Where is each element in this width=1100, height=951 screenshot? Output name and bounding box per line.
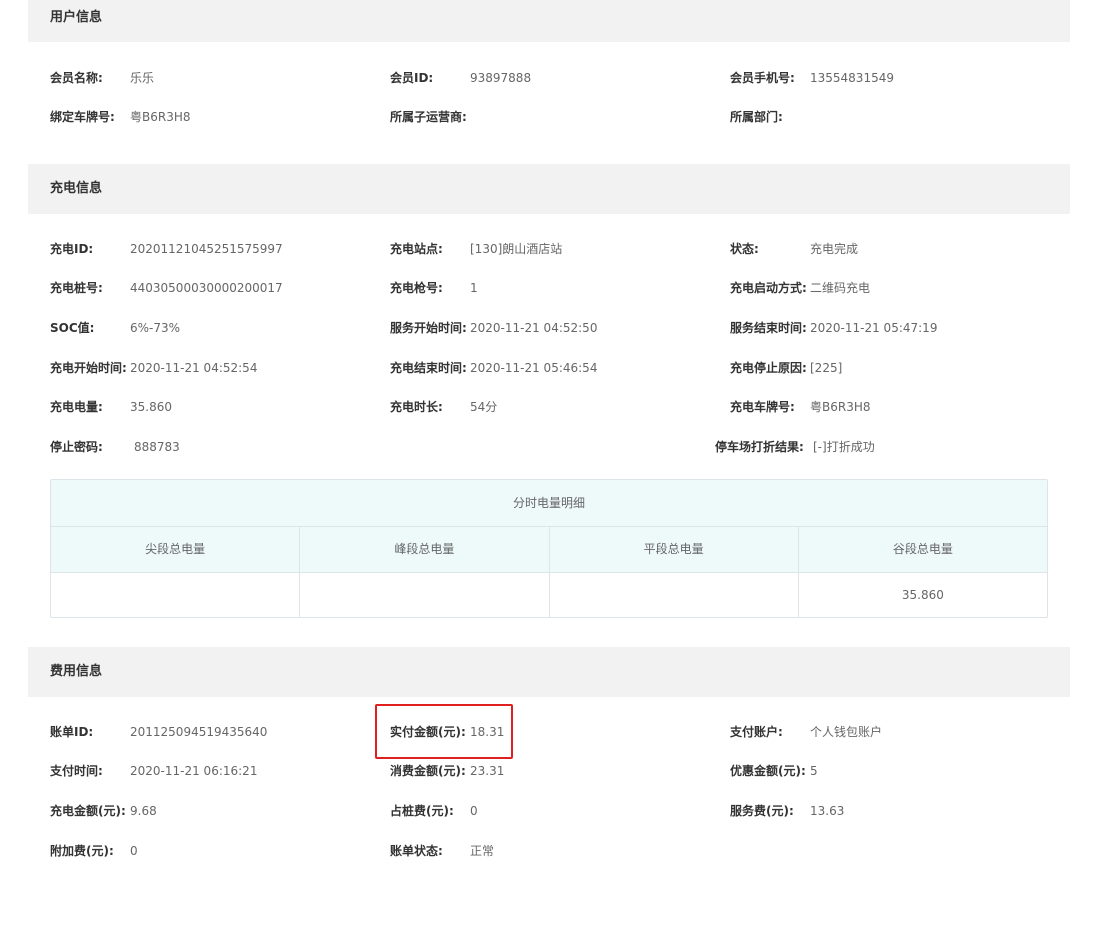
field-label: 充电结束时间: <box>390 361 467 375</box>
field-label: 服务开始时间: <box>390 321 467 335</box>
station-value: [130]朗山酒店站 <box>470 242 563 256</box>
soc-value: 6%-73% <box>130 321 181 335</box>
fee-info-header: 费用信息 <box>28 647 1070 697</box>
field-label: 账单ID: <box>50 725 94 739</box>
field-label: 充电车牌号: <box>730 400 795 414</box>
detail-header-cell: 谷段总电量 <box>892 542 953 556</box>
user-info-header: 用户信息 <box>28 0 1070 42</box>
detail-value-cell: 35.860 <box>901 588 944 602</box>
service-end-value: 2020-11-21 05:47:19 <box>810 321 938 335</box>
detail-header-cell: 尖段总电量 <box>51 527 301 572</box>
pile-no-value: 44030500030000200017 <box>130 281 283 295</box>
field-label: 充电启动方式: <box>730 281 807 295</box>
bill-status-value: 正常 <box>470 844 495 858</box>
field-label: 充电ID: <box>50 242 94 256</box>
field-label: 停止密码: <box>50 440 103 454</box>
time-energy-detail-table: 分时电量明细 尖段总电量 峰段总电量 平段总电量 谷段总电量 35.860 <box>50 479 1048 618</box>
detail-table-title: 分时电量明细 <box>51 480 1047 527</box>
field-label: 状态: <box>730 242 759 256</box>
field-label: 会员手机号: <box>730 71 795 85</box>
field-label: 会员ID: <box>390 71 434 85</box>
field-label: 停车场打折结果: <box>715 440 804 454</box>
field-label: 优惠金额(元): <box>730 764 806 778</box>
consume-amount-value: 23.31 <box>470 764 505 778</box>
service-start-value: 2020-11-21 04:52:50 <box>470 321 598 335</box>
field-label: 账单状态: <box>390 844 443 858</box>
field-label: 充电站点: <box>390 242 443 256</box>
detail-value-cell <box>550 573 799 618</box>
parking-discount-value: [-]打折成功 <box>813 440 875 454</box>
duration-value: 54分 <box>470 400 498 414</box>
detail-value-cell <box>51 573 301 618</box>
status-value: 充电完成 <box>810 242 859 256</box>
member-name-value: 乐乐 <box>130 71 155 85</box>
field-label: 占桩费(元): <box>390 804 454 818</box>
field-label: 充电停止原因: <box>730 361 807 375</box>
plate-value: 粤B6R3H8 <box>130 110 191 124</box>
detail-value-cell <box>300 573 550 618</box>
field-label: 充电金额(元): <box>50 804 126 818</box>
start-method-value: 二维码充电 <box>810 281 871 295</box>
field-label: 充电枪号: <box>390 281 443 295</box>
gun-no-value: 1 <box>470 281 478 295</box>
detail-value-row: 35.860 <box>51 573 1047 618</box>
charge-end-value: 2020-11-21 05:46:54 <box>470 361 598 375</box>
pay-time-value: 2020-11-21 06:16:21 <box>130 764 258 778</box>
field-label: 绑定车牌号: <box>50 110 115 124</box>
detail-header-cell: 峰段总电量 <box>300 527 550 572</box>
field-label: 支付时间: <box>50 764 103 778</box>
paid-amount-value: 18.31 <box>470 725 505 739</box>
detail-header-row: 尖段总电量 峰段总电量 平段总电量 谷段总电量 <box>51 527 1047 573</box>
charge-plate-value: 粤B6R3H8 <box>810 400 871 414</box>
occupy-fee-value: 0 <box>470 804 478 818</box>
extra-fee-value: 0 <box>130 844 138 858</box>
stop-password-value: 888783 <box>134 440 180 454</box>
field-label: 充电桩号: <box>50 281 103 295</box>
field-label: 服务费(元): <box>730 804 794 818</box>
charge-id-value: 20201121045251575997 <box>130 242 283 256</box>
stop-reason-value: [225] <box>810 361 843 375</box>
field-label: 充电电量: <box>50 400 103 414</box>
member-id-value: 93897888 <box>470 71 532 85</box>
field-label: 会员名称: <box>50 71 103 85</box>
field-label: 实付金额(元): <box>390 725 466 739</box>
charge-amount-value: 9.68 <box>130 804 157 818</box>
field-label: 所属部门: <box>730 110 783 124</box>
charge-start-value: 2020-11-21 04:52:54 <box>130 361 258 375</box>
charge-info-header: 充电信息 <box>28 164 1070 214</box>
field-label: 充电时长: <box>390 400 443 414</box>
field-label: 消费金额(元): <box>390 764 466 778</box>
discount-amount-value: 5 <box>810 764 818 778</box>
energy-value: 35.860 <box>130 400 172 414</box>
field-label: SOC值: <box>50 321 95 335</box>
service-fee-value: 13.63 <box>810 804 845 818</box>
bill-id-value: 201125094519435640 <box>130 725 268 739</box>
field-label: 支付账户: <box>730 725 783 739</box>
field-label: 所属子运营商: <box>390 110 467 124</box>
field-label: 服务结束时间: <box>730 321 807 335</box>
field-label: 附加费(元): <box>50 844 114 858</box>
pay-account-value: 个人钱包账户 <box>810 725 883 739</box>
member-phone-value: 13554831549 <box>810 71 894 85</box>
detail-header-cell: 平段总电量 <box>550 527 799 572</box>
field-label: 充电开始时间: <box>50 361 127 375</box>
